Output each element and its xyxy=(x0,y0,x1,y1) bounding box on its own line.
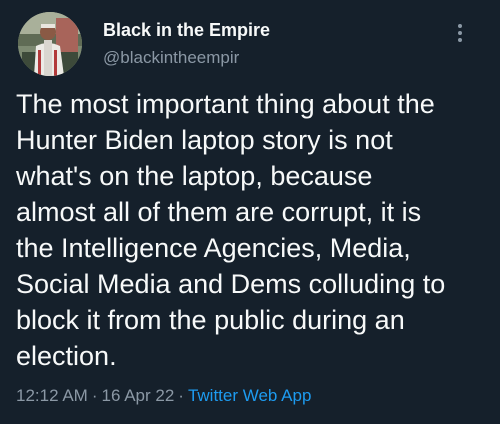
author-handle[interactable]: @blackintheempir xyxy=(103,48,239,68)
avatar[interactable] xyxy=(18,12,82,76)
tweet-text: The most important thing about the Hunte… xyxy=(16,86,486,374)
author-name[interactable]: Black in the Empire xyxy=(103,20,270,41)
more-vertical-icon[interactable] xyxy=(452,22,468,46)
avatar-image xyxy=(18,12,82,76)
tweet-card: Black in the Empire @blackintheempir The… xyxy=(0,0,500,424)
tweet-text-line: almost all of them are corrupt, it is xyxy=(16,197,422,227)
tweet-text-line: the Intelligence Agencies, Media, xyxy=(16,233,411,263)
tweet-text-line: election. xyxy=(16,341,117,371)
tweet-text-line: Social Media and Dems colluding to xyxy=(16,269,446,299)
tweet-text-line: Hunter Biden laptop story is not xyxy=(16,125,393,155)
tweet-source-link[interactable]: Twitter Web App xyxy=(188,386,311,405)
tweet-text-line: The most important thing about the xyxy=(16,89,435,119)
tweet-text-line: block it from the public during an xyxy=(16,305,405,335)
tweet-meta: 12:12 AM · 16 Apr 22 · Twitter Web App xyxy=(16,386,311,406)
tweet-text-line: what's on the laptop, because xyxy=(16,161,373,191)
tweet-date[interactable]: 16 Apr 22 xyxy=(102,386,175,405)
tweet-time[interactable]: 12:12 AM xyxy=(16,386,88,405)
meta-separator: · xyxy=(178,386,184,405)
meta-separator: · xyxy=(91,386,98,405)
